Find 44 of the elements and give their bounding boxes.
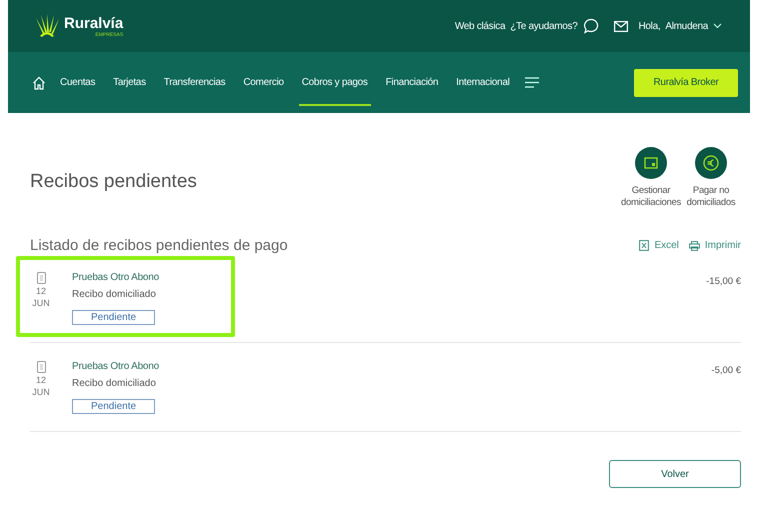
export-link[interactable]: Excel [639,240,679,251]
status-badge: Pendiente [72,399,156,414]
receipt-type: Recibo domiciliado [72,378,156,389]
logo-text: Ruralvía [64,16,124,32]
classic-web-link[interactable]: Web clásica [454,20,506,32]
document-icon [36,361,46,373]
spreadsheet-icon [639,240,650,251]
export-link[interactable]: Imprimir [688,240,741,251]
card-icon [635,147,667,179]
broker-button[interactable]: Ruralvía Broker [634,68,738,96]
leaves-logo-icon [34,14,60,38]
page-title: Recibos pendientes [30,171,197,193]
printer-icon [688,240,700,250]
amount-text: -5,00 € [711,365,741,376]
receipt-name-link[interactable]: Pruebas Otro Abono [72,361,160,372]
nav-tab[interactable]: Tarjetas [110,59,149,106]
nav-tab[interactable]: Financiación [382,59,442,106]
receipt-name-link[interactable]: Pruebas Otro Abono [72,272,160,283]
date-month: JUN [32,387,50,397]
chevron-down-icon[interactable] [713,23,722,29]
date-day: 12 [36,286,46,296]
home-icon[interactable] [32,76,46,90]
date-day: 12 [36,375,46,385]
document-icon [36,272,46,284]
action-link[interactable]: Pagar no domiciliados [681,147,741,209]
action-link[interactable]: Gestionar domiciliaciones [621,147,681,209]
mail-icon[interactable] [614,20,628,32]
user-menu[interactable]: Almudena [665,20,708,32]
nav-tab[interactable]: Cuentas [57,59,98,106]
menu-icon[interactable] [524,77,539,88]
section-title: Listado de recibos pendientes de pago [30,237,288,254]
chat-bubble-icon[interactable] [582,18,598,34]
back-button[interactable]: Volver [609,460,741,488]
nav-tab[interactable]: Cobros y pagos [298,59,371,106]
greeting-text: Hola, [638,20,660,32]
date-month: JUN [32,298,50,308]
amount-text: -15,00 € [706,276,741,287]
nav-tab[interactable]: Internacional [453,59,513,106]
nav-tab[interactable]: Comercio [240,59,287,106]
receipt-type: Recibo domiciliado [72,289,156,300]
euro-icon [695,147,727,179]
status-badge: Pendiente [72,310,156,325]
nav-tab[interactable]: Transferencias [160,59,228,106]
help-link[interactable]: ¿Te ayudamos? [510,20,578,32]
